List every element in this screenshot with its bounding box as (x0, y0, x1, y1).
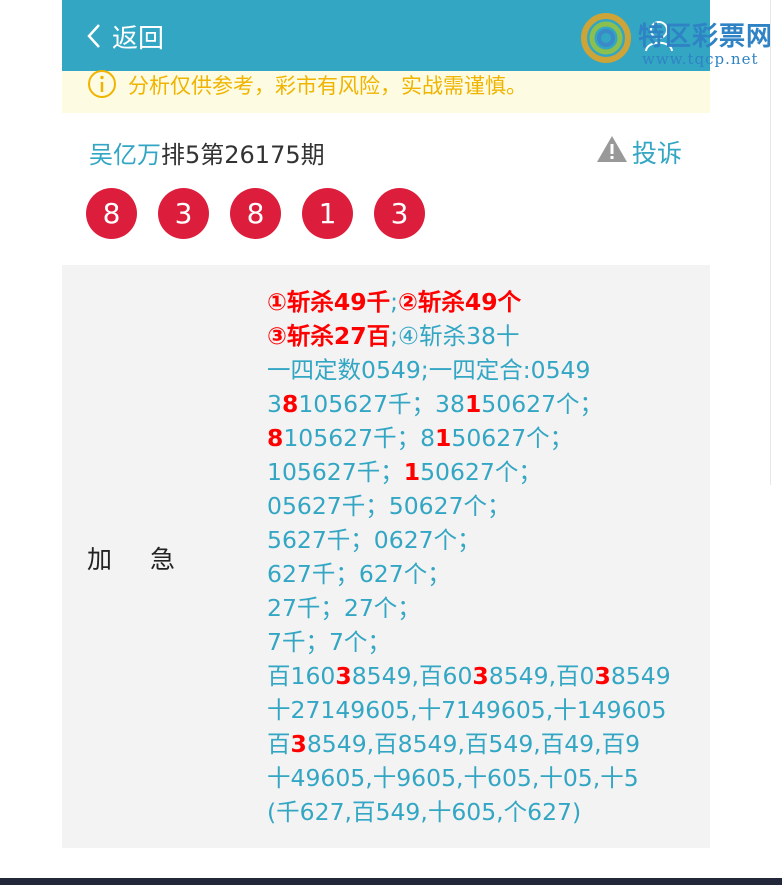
prediction-content: ①斩杀49千;②斩杀49个 ③斩杀27百;④斩杀38十 一四定数0549;一四定合:… (267, 285, 671, 829)
prediction-line: 38105627千；38150627个； (267, 387, 671, 421)
prediction-line: 百38549,百8549,百549,百49,百9 (267, 727, 671, 761)
prediction-line: 627千；627个； (267, 557, 671, 591)
prediction-line: ③斩杀27百;④斩杀38十 (267, 319, 671, 353)
line-text: 8549,百8549,百549,百49,百9 (306, 730, 641, 758)
draw-number-balls: 8 3 8 1 3 (86, 188, 425, 239)
complain-button[interactable]: 投诉 (596, 134, 682, 170)
back-button[interactable]: 返回 (86, 20, 165, 54)
line-text: 50627个； (481, 390, 604, 418)
prediction-line: 5627千；0627个； (267, 523, 671, 557)
highlight-text: 1 (435, 424, 452, 452)
info-icon (86, 68, 118, 105)
number-ball: 8 (230, 188, 281, 239)
number-ball: 3 (374, 188, 425, 239)
complain-label: 投诉 (632, 139, 683, 168)
scrollbar[interactable] (770, 0, 782, 485)
prediction-line: 27千；27个； (267, 591, 671, 625)
number-ball: 1 (302, 188, 353, 239)
line-text: 十27149605,十7149605,十149605 (267, 696, 667, 724)
highlight-text: 3 (290, 730, 307, 758)
prediction-line: 8105627千；8150627个； (267, 421, 671, 455)
panel-label: 加急 (87, 545, 176, 574)
line-text: 627千；627个； (267, 560, 451, 588)
line-text: 十49605,十9605,十605,十05,十5 (267, 764, 639, 792)
prediction-line: 百16038549,百6038549,百038549 (267, 659, 671, 693)
highlight-text: 3 (472, 662, 489, 690)
line-text: 7千；7个； (267, 628, 391, 656)
prediction-line: (千627,百549,十605,个627) (267, 795, 671, 829)
highlight-text: ①斩杀49千 (267, 288, 391, 316)
prediction-line: 7千；7个； (267, 625, 671, 659)
watermark-url: www.tqcp.net (642, 50, 759, 68)
line-text: 105627千；38 (298, 390, 465, 418)
highlight-text: ②斩杀49个 (398, 288, 522, 316)
line-text: 百160 (267, 662, 336, 690)
risk-notice: 分析仅供参考，彩市有风险，实战需谨慎。 (62, 68, 710, 113)
line-text: 05627千；50627个； (267, 492, 511, 520)
warning-icon (596, 135, 628, 169)
line-text: 百 (267, 730, 291, 758)
prediction-line: 十27149605,十7149605,十149605 (267, 693, 671, 727)
line-text: 50627个； (420, 458, 542, 486)
taskbar-strip (0, 878, 782, 885)
line-text: 5627千；0627个； (267, 526, 481, 554)
highlight-text: 1 (403, 458, 421, 486)
back-label: 返回 (112, 23, 165, 54)
line-text: 8549,百60 (351, 662, 473, 690)
highlight-text: 3 (594, 662, 611, 690)
site-watermark: 特区彩票网 www.tqcp.net (580, 10, 780, 70)
line-text: 50627个； (451, 424, 574, 452)
line-text: 27千；27个； (267, 594, 421, 622)
prediction-line: 05627千；50627个； (267, 489, 671, 523)
highlight-text: 3 (335, 662, 352, 690)
highlight-text: 1 (464, 390, 482, 418)
watermark-name: 特区彩票网 (638, 22, 774, 52)
prediction-line: 一四定数0549;一四定合:0549 (267, 353, 671, 387)
highlight-text: 8 (281, 390, 299, 418)
logo-icon (580, 12, 632, 68)
prediction-line: 105627千；150627个； (267, 455, 671, 489)
author-link[interactable]: 吴亿万 (89, 141, 161, 169)
line-text: 8549,百0 (488, 662, 595, 690)
notice-text: 分析仅供参考，彩市有风险，实战需谨慎。 (128, 74, 527, 98)
line-text: ;④斩杀38十 (390, 322, 520, 350)
line-text: 105627千；8 (283, 424, 436, 452)
chevron-left-icon (86, 23, 102, 49)
highlight-text: ③斩杀27百 (267, 322, 391, 350)
prediction-panel: 加急 ①斩杀49千;②斩杀49个 ③斩杀27百;④斩杀38十 一四定数0549;一四… (62, 265, 710, 848)
line-text: 3 (267, 390, 282, 418)
line-text: 105627千； (267, 458, 404, 486)
article-title: 吴亿万排5第26175期 (89, 135, 325, 170)
line-text: 一四定数0549;一四定合:0549 (267, 356, 591, 384)
line-text: (千627,百549,十605,个627) (267, 798, 582, 826)
prediction-line: ①斩杀49千;②斩杀49个 (267, 285, 671, 319)
line-text: 8549 (610, 662, 671, 690)
number-ball: 8 (86, 188, 137, 239)
line-text: ; (390, 288, 399, 316)
issue-title: 排5第26175期 (161, 141, 325, 169)
prediction-line: 十49605,十9605,十605,十05,十5 (267, 761, 671, 795)
number-ball: 3 (158, 188, 209, 239)
highlight-text: 8 (267, 424, 284, 452)
